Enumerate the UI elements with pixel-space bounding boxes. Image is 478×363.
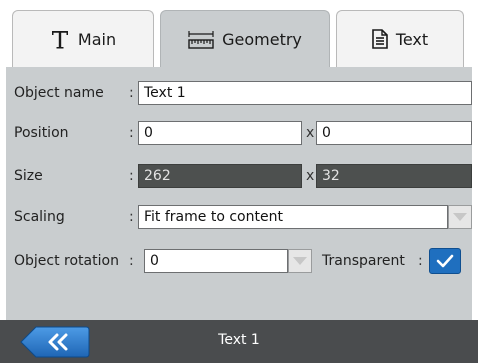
document-icon: [372, 29, 388, 49]
object-name-label: Object name: [14, 85, 104, 101]
position-label: Position: [14, 125, 69, 141]
geometry-panel: Object name : Text 1 Position : 0 x 0 Si…: [6, 67, 472, 320]
scaling-label: Scaling: [14, 209, 65, 225]
scaling-select[interactable]: Fit frame to content: [138, 205, 448, 229]
text-tool-icon: [50, 28, 70, 50]
scaling-dropdown-button[interactable]: [448, 205, 472, 229]
transparent-checkbox[interactable]: [429, 248, 461, 274]
object-name-input[interactable]: Text 1: [138, 81, 472, 105]
tab-main-label: Main: [77, 29, 117, 49]
colon: :: [129, 168, 134, 184]
chevron-down-icon: [293, 257, 307, 265]
colon: :: [129, 253, 134, 269]
object-rotation-label: Object rotation: [14, 253, 119, 269]
tab-text-label: Text: [395, 29, 429, 49]
rotation-dropdown-button[interactable]: [288, 249, 312, 273]
colon: :: [418, 253, 423, 269]
checkmark-icon: [436, 254, 454, 268]
size-label: Size: [14, 168, 43, 184]
tab-bar: Main Geometry Text: [0, 0, 478, 68]
tab-text[interactable]: Text: [336, 10, 464, 67]
colon: :: [129, 125, 134, 141]
tab-main[interactable]: Main: [12, 10, 154, 67]
tab-geometry-label: Geometry: [222, 30, 302, 49]
bottom-bar: Text 1: [0, 320, 478, 363]
position-y-input[interactable]: 0: [316, 121, 472, 145]
tab-geometry[interactable]: Geometry: [160, 10, 330, 68]
footer-title: Text 1: [218, 332, 260, 348]
position-separator: x: [306, 125, 315, 141]
object-rotation-select[interactable]: 0: [144, 249, 288, 273]
position-x-input[interactable]: 0: [138, 121, 302, 145]
size-width-field: 262: [138, 164, 302, 188]
transparent-label: Transparent: [322, 253, 405, 269]
size-separator: x: [306, 168, 315, 184]
colon: :: [129, 85, 134, 101]
chevron-down-icon: [453, 213, 467, 221]
colon: :: [129, 209, 134, 225]
size-height-field: 32: [316, 164, 472, 188]
ruler-icon: [188, 30, 214, 50]
